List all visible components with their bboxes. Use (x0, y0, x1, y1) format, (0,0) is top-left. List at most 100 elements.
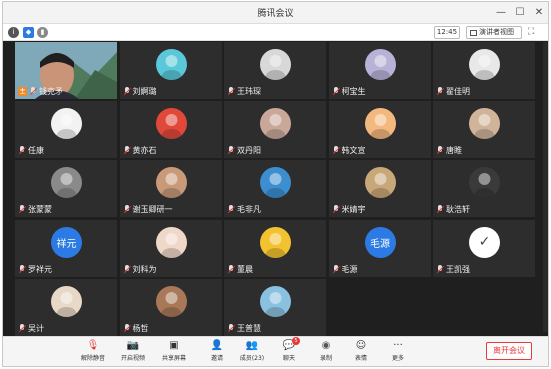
participant-tile[interactable]: 毛源 毛源 (328, 219, 431, 277)
participant-tile[interactable]: 主 钱克矛 (15, 42, 117, 99)
participant-tile[interactable]: 祥元 罗祥元 (15, 219, 117, 277)
avatar (469, 108, 500, 140)
minimize-icon[interactable]: — (493, 5, 509, 21)
mic-muted-icon (18, 264, 26, 274)
grid-view-icon (470, 30, 477, 36)
participant-tile[interactable]: 耿浩轩 (433, 160, 535, 218)
participant-label: 王玮琛 (227, 86, 261, 97)
mic-muted-icon (123, 146, 131, 155)
toolbar-item[interactable]: ··· 更多 (378, 339, 418, 365)
participant-tile[interactable]: 翟佳明 (433, 42, 535, 99)
avatar (155, 226, 187, 258)
avatar-image (161, 173, 181, 199)
title-bar: 腾讯会议 — ☐ ✕ (3, 2, 548, 24)
participant-tile[interactable]: 双丹阳 (224, 101, 326, 159)
window-title: 腾讯会议 (257, 9, 294, 19)
more-icon: ··· (393, 340, 403, 351)
participant-tile[interactable]: 杨哲 (119, 278, 222, 336)
avatar (364, 108, 396, 140)
participant-name: 钱克矛 (39, 87, 63, 96)
toolbar-item[interactable]: ▣ 共享屏幕 (154, 339, 194, 365)
avatar (260, 167, 291, 199)
participant-label: 杨哲 (123, 323, 149, 334)
participant-tile[interactable]: 王普慧 (224, 278, 326, 336)
participant-tile[interactable]: 米婧宇 (328, 160, 431, 218)
participant-tile[interactable]: 黄亦石 (119, 101, 222, 159)
signal-icon[interactable]: ▮ (37, 27, 48, 38)
toolbar-item-label: 录制 (319, 355, 332, 362)
participant-name: 米婧宇 (341, 205, 366, 215)
participant-tile[interactable]: 任康 (15, 101, 117, 159)
participant-name: 柯宝生 (341, 87, 366, 96)
mic-muted-icon (18, 323, 26, 333)
avatar: 毛源 (364, 226, 396, 258)
participant-name: 任康 (28, 146, 44, 156)
speaker-view-button[interactable]: 演讲者视图 (466, 26, 522, 39)
participant-tile[interactable]: ✓ 王凯强 (433, 219, 535, 277)
participant-grid: 主 钱克矛 刘婀璐 王玮琛 柯宝生 翟佳明任康 黄亦石 双丹阳 韩文宣 唐睢张蒙蒙 谢玉卿研一 毛非凡… (15, 42, 535, 338)
leave-meeting-button[interactable]: 离开会议 (486, 342, 532, 360)
participant-tile[interactable]: 刘婀璐 (119, 42, 222, 99)
maximize-icon[interactable]: ☐ (512, 5, 528, 21)
participant-name: 王玮琛 (237, 87, 261, 96)
scrollbar[interactable] (543, 42, 548, 332)
avatar (51, 285, 82, 317)
participant-tile[interactable]: 柯宝生 (328, 42, 431, 99)
participant-name: 黄亦石 (132, 146, 157, 156)
toolbar-item[interactable]: 👥 成员(23) (232, 339, 272, 365)
participant-name: 杨哲 (132, 323, 149, 333)
emoji-icon: ☺ (355, 340, 367, 351)
participant-tile[interactable]: 董晨 (224, 219, 326, 277)
speaker-view-label: 演讲者视图 (479, 28, 514, 36)
avatar (260, 49, 291, 80)
participant-name: 翟佳明 (446, 87, 470, 96)
participant-tile[interactable]: 韩文宣 (328, 101, 431, 159)
avatar-image (161, 114, 181, 140)
record-icon: ◉ (321, 340, 331, 351)
avatar (469, 167, 500, 199)
participant-name: 董晨 (237, 264, 253, 274)
checkmark-avatar: ✓ (469, 226, 500, 258)
mic-muted-icon (332, 146, 340, 155)
participant-name: 吴计 (28, 323, 44, 333)
avatar-image (265, 232, 286, 258)
avatar-image (370, 173, 390, 199)
participant-name: 毛源 (341, 264, 358, 274)
toolbar-item[interactable]: ◉ 录制 (306, 339, 346, 365)
close-icon[interactable]: ✕ (531, 5, 547, 21)
video-off-icon: 📷 (126, 340, 140, 351)
toolbar-item[interactable]: ☺ 表情 (341, 339, 381, 365)
fullscreen-icon[interactable]: ⛶ (528, 27, 540, 38)
avatar (155, 167, 187, 199)
participant-tile[interactable]: 刘科为 (119, 219, 222, 277)
participant-tile[interactable]: 王玮琛 (224, 42, 326, 99)
mic-muted-icon (436, 87, 444, 96)
mic-muted-icon (227, 264, 235, 274)
participant-name: 谢玉卿研一 (132, 205, 173, 215)
avatar (155, 49, 187, 80)
toolbar-item[interactable]: 📷 开启视频 (113, 339, 153, 365)
participant-name: 罗祥元 (28, 264, 52, 274)
info-icon[interactable]: i (8, 27, 19, 38)
avatar (51, 167, 82, 199)
participant-name: 毛非凡 (237, 205, 261, 215)
participant-tile[interactable]: 张蒙蒙 (15, 160, 117, 218)
participant-label: 毛源 (332, 264, 358, 275)
mic-muted-icon (29, 87, 37, 96)
participant-name: 王普慧 (237, 323, 261, 333)
participant-tile[interactable]: 谢玉卿研一 (119, 160, 222, 218)
toolbar-item[interactable]: 🎙 解除静音 (73, 339, 113, 365)
mic-off-icon: 🎙 (86, 340, 100, 351)
avatar (51, 108, 82, 140)
mic-muted-icon (18, 205, 26, 214)
participant-tile[interactable]: 吴计 (15, 278, 117, 336)
mic-muted-icon (18, 146, 26, 155)
toolbar-item-label: 邀请 (210, 355, 223, 362)
toolbar-item[interactable]: 💬 5 聊天 (269, 337, 309, 365)
shield-icon[interactable]: ◆ (23, 27, 34, 38)
participant-tile[interactable]: 毛非凡 (224, 160, 326, 218)
toolbar-item[interactable]: 👤 邀请 (197, 339, 237, 365)
participant-label: 主 钱克矛 (18, 86, 63, 97)
participant-tile[interactable]: 唐睢 (433, 101, 535, 159)
participant-name: 唐睢 (446, 146, 462, 156)
